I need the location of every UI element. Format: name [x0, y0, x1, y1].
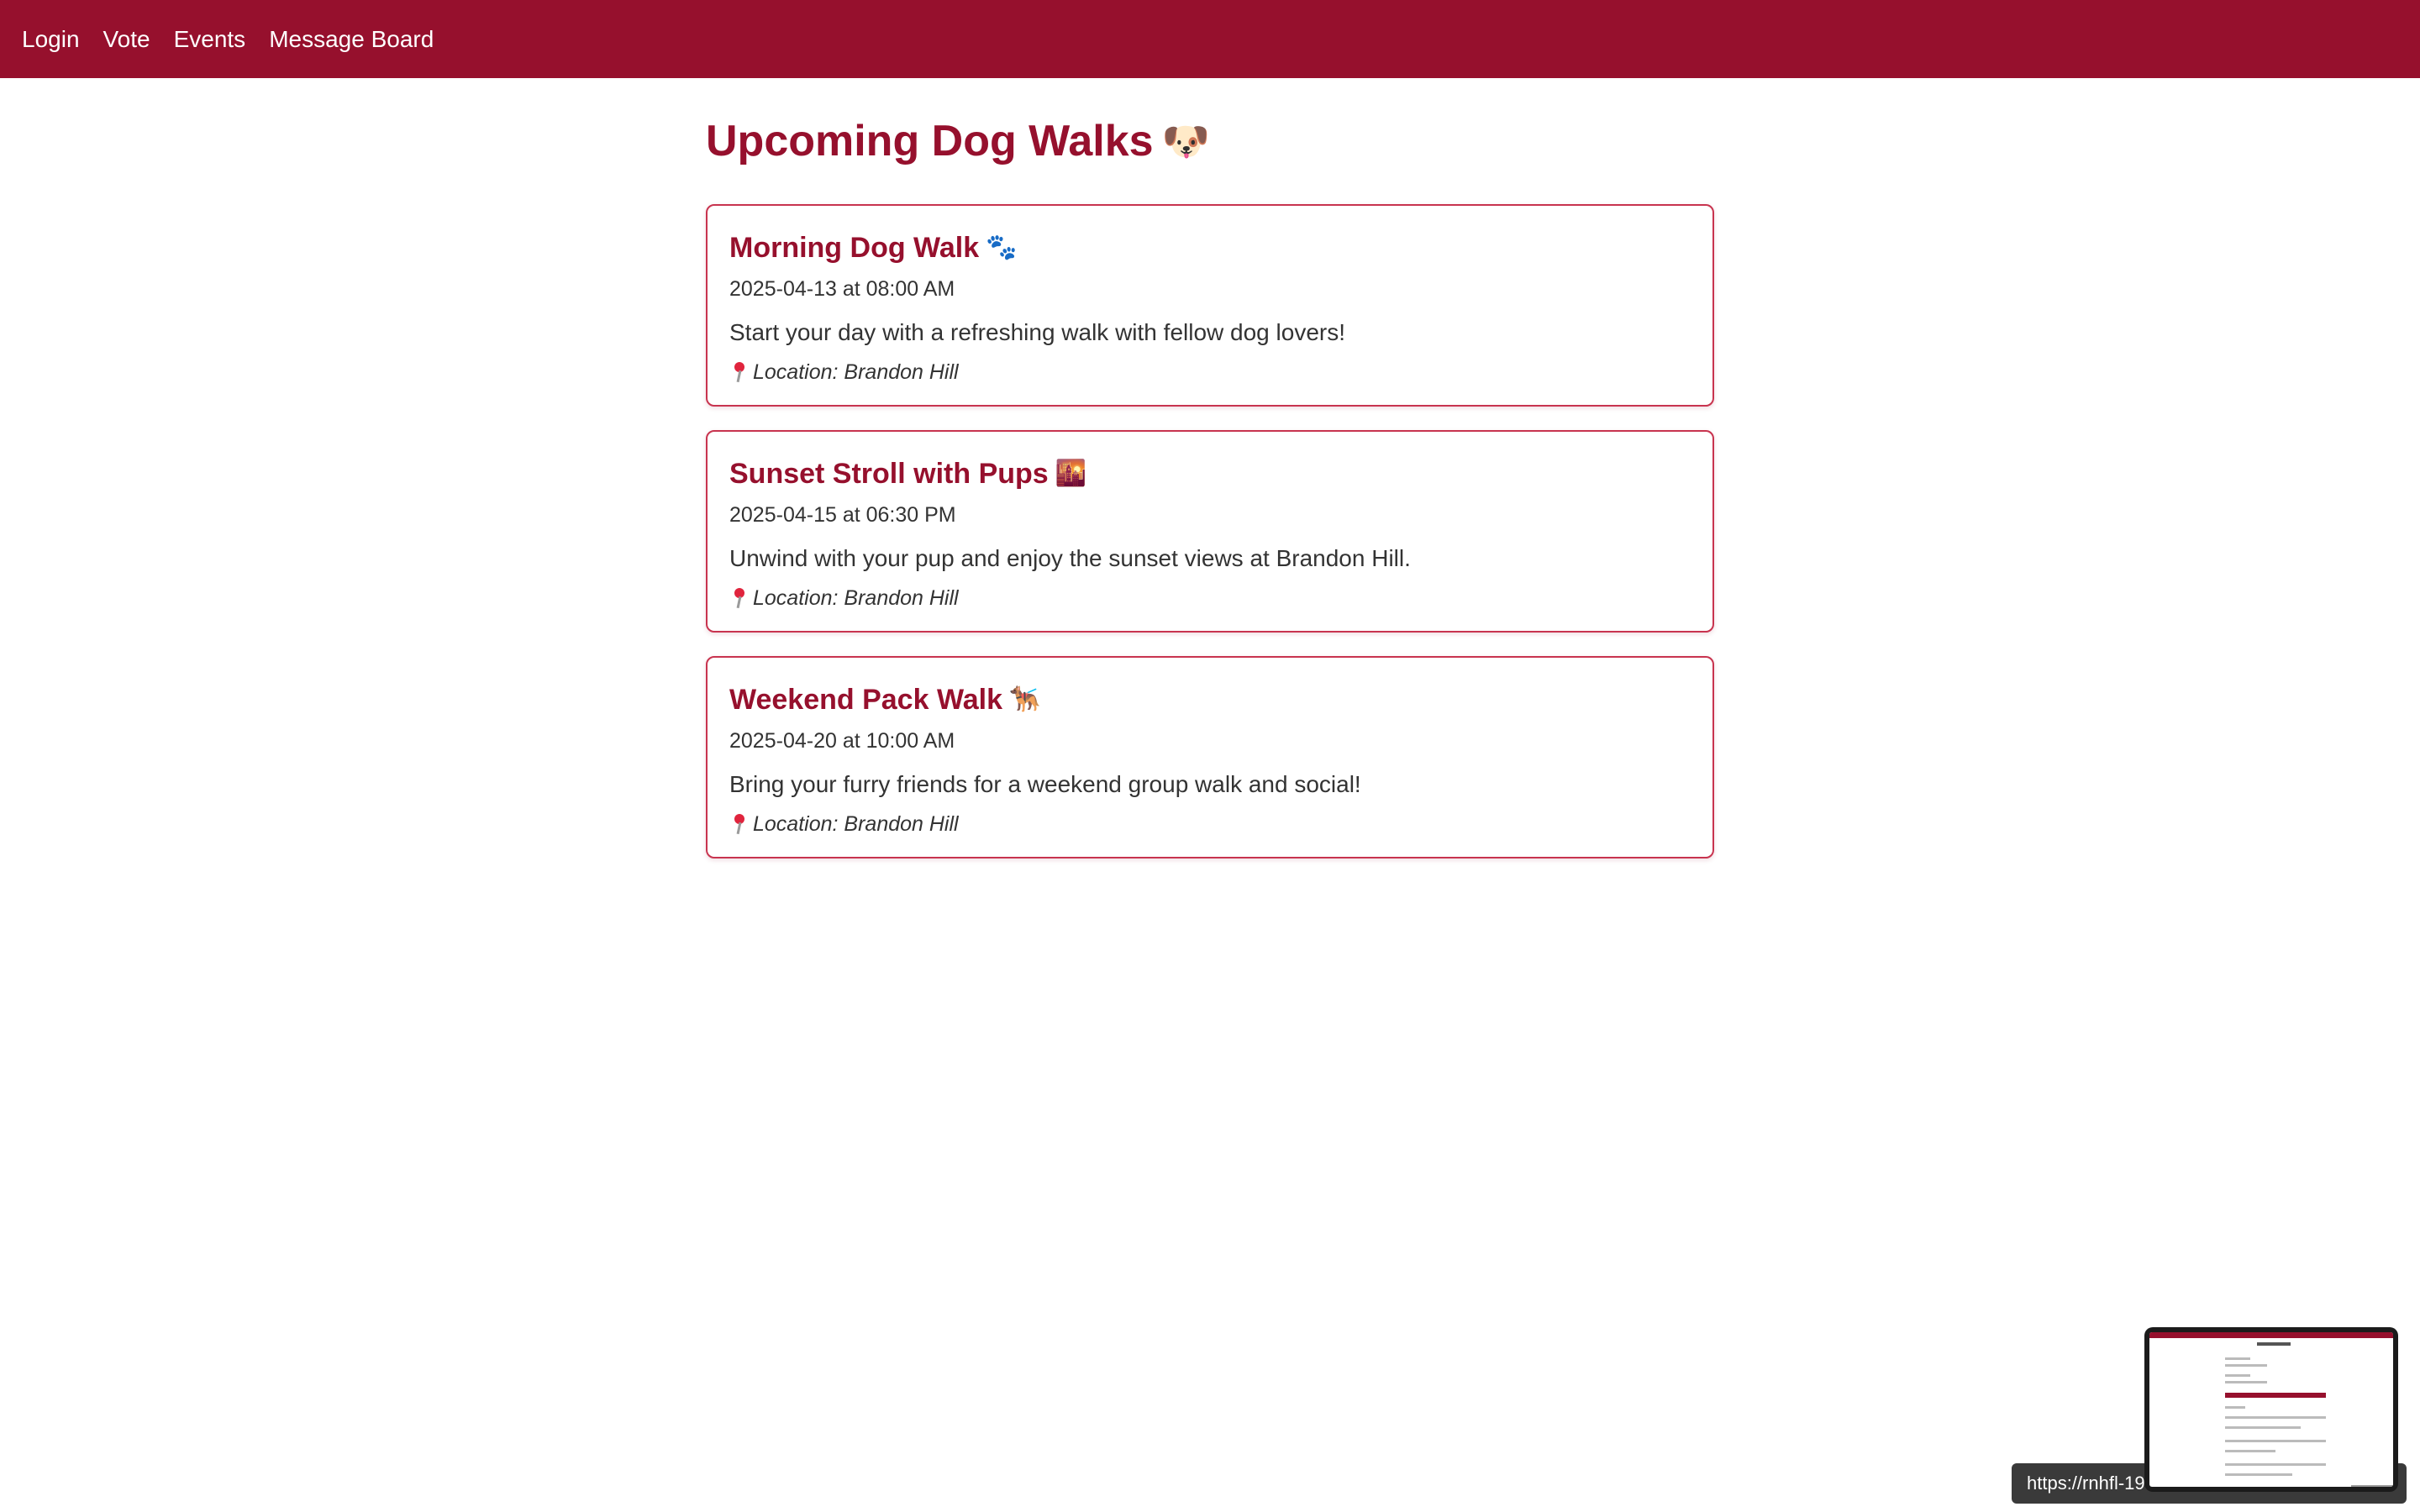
event-title: Morning Dog Walk 🐾: [729, 229, 1691, 266]
event-location-text: Location: Brandon Hill: [753, 360, 959, 384]
nav-link-message-board[interactable]: Message Board: [269, 26, 434, 53]
event-title: Sunset Stroll with Pups 🌇: [729, 455, 1691, 492]
main-content: Upcoming Dog Walks 🐶 Morning Dog Walk 🐾 …: [706, 78, 1714, 882]
page-title: Upcoming Dog Walks 🐶: [706, 112, 1714, 171]
event-datetime: 2025-04-20 at 10:00 AM: [729, 729, 955, 753]
event-title-text: Weekend Pack Walk: [729, 684, 1003, 716]
nav-link-vote[interactable]: Vote: [103, 26, 150, 53]
event-datetime: 2025-04-13 at 08:00 AM: [729, 277, 955, 301]
event-description: Unwind with your pup and enjoy the sunse…: [729, 545, 1411, 571]
event-location: Location: Brandon Hill: [729, 811, 1691, 837]
event-title-text: Morning Dog Walk: [729, 232, 980, 264]
event-card: Weekend Pack Walk 🐕‍🦺 2025-04-20 at 10:0…: [706, 656, 1714, 858]
dog-icon: 🐕‍🦺: [1009, 685, 1041, 713]
event-datetime: 2025-04-15 at 06:30 PM: [729, 503, 956, 527]
event-description: Start your day with a refreshing walk wi…: [729, 319, 1345, 345]
page-title-text: Upcoming Dog Walks: [706, 117, 1154, 165]
event-location-text: Location: Brandon Hill: [753, 812, 959, 836]
event-description: Bring your furry friends for a weekend g…: [729, 771, 1361, 797]
event-list: Morning Dog Walk 🐾 2025-04-13 at 08:00 A…: [706, 204, 1714, 858]
event-card: Morning Dog Walk 🐾 2025-04-13 at 08:00 A…: [706, 204, 1714, 407]
pin-icon: [729, 586, 748, 610]
event-location: Location: Brandon Hill: [729, 360, 1691, 385]
dog-face-icon: 🐶: [1161, 119, 1210, 163]
tab-preview-image: [2149, 1332, 2393, 1487]
event-location: Location: Brandon Hill: [729, 585, 1691, 611]
nav-link-login[interactable]: Login: [22, 26, 80, 53]
pin-icon: [729, 360, 748, 384]
event-title-text: Sunset Stroll with Pups: [729, 458, 1049, 490]
event-location-text: Location: Brandon Hill: [753, 586, 959, 610]
tab-preview-thumbnail[interactable]: [2144, 1327, 2398, 1492]
top-navbar: Login Vote Events Message Board: [0, 0, 2420, 78]
event-title: Weekend Pack Walk 🐕‍🦺: [729, 681, 1691, 718]
paw-prints-icon: 🐾: [986, 234, 1018, 261]
pin-icon: [729, 812, 748, 836]
sunset-icon: 🌇: [1055, 459, 1087, 487]
nav-link-events[interactable]: Events: [174, 26, 246, 53]
event-card: Sunset Stroll with Pups 🌇 2025-04-15 at …: [706, 430, 1714, 633]
